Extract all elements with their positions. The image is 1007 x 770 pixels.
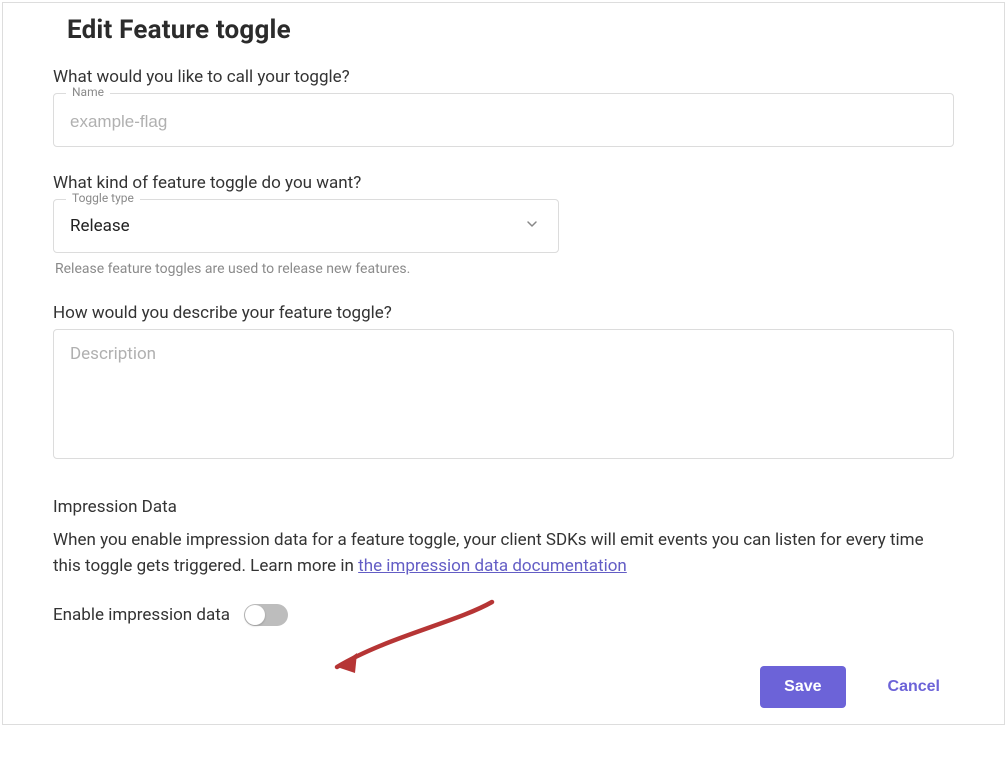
type-question-label: What kind of feature toggle do you want? xyxy=(53,173,954,193)
impression-data-description: When you enable impression data for a fe… xyxy=(53,527,954,580)
toggle-type-helper: Release feature toggles are used to rele… xyxy=(55,261,954,277)
impression-data-heading: Impression Data xyxy=(53,497,954,517)
page-title: Edit Feature toggle xyxy=(67,15,954,45)
enable-impression-data-row: Enable impression data xyxy=(53,604,954,626)
toggle-knob xyxy=(245,605,265,625)
form-actions: Save Cancel xyxy=(53,666,954,708)
name-question-label: What would you like to call your toggle? xyxy=(53,67,954,87)
description-question-label: How would you describe your feature togg… xyxy=(53,303,954,323)
name-field-legend: Name xyxy=(66,85,110,99)
enable-impression-data-toggle[interactable] xyxy=(244,604,288,626)
enable-impression-data-label: Enable impression data xyxy=(53,605,230,625)
cancel-button[interactable]: Cancel xyxy=(882,677,946,697)
toggle-type-legend: Toggle type xyxy=(66,191,140,205)
name-input[interactable] xyxy=(54,94,953,146)
edit-feature-toggle-form: Edit Feature toggle What would you like … xyxy=(2,2,1005,725)
toggle-type-select[interactable]: Toggle type Release xyxy=(53,199,559,253)
save-button[interactable]: Save xyxy=(760,666,845,708)
toggle-type-selected-value: Release xyxy=(70,216,130,236)
impression-data-doc-link[interactable]: the impression data documentation xyxy=(358,556,627,576)
chevron-down-icon xyxy=(524,216,540,236)
description-textarea[interactable] xyxy=(53,329,954,459)
name-field-container: Name xyxy=(53,93,954,147)
